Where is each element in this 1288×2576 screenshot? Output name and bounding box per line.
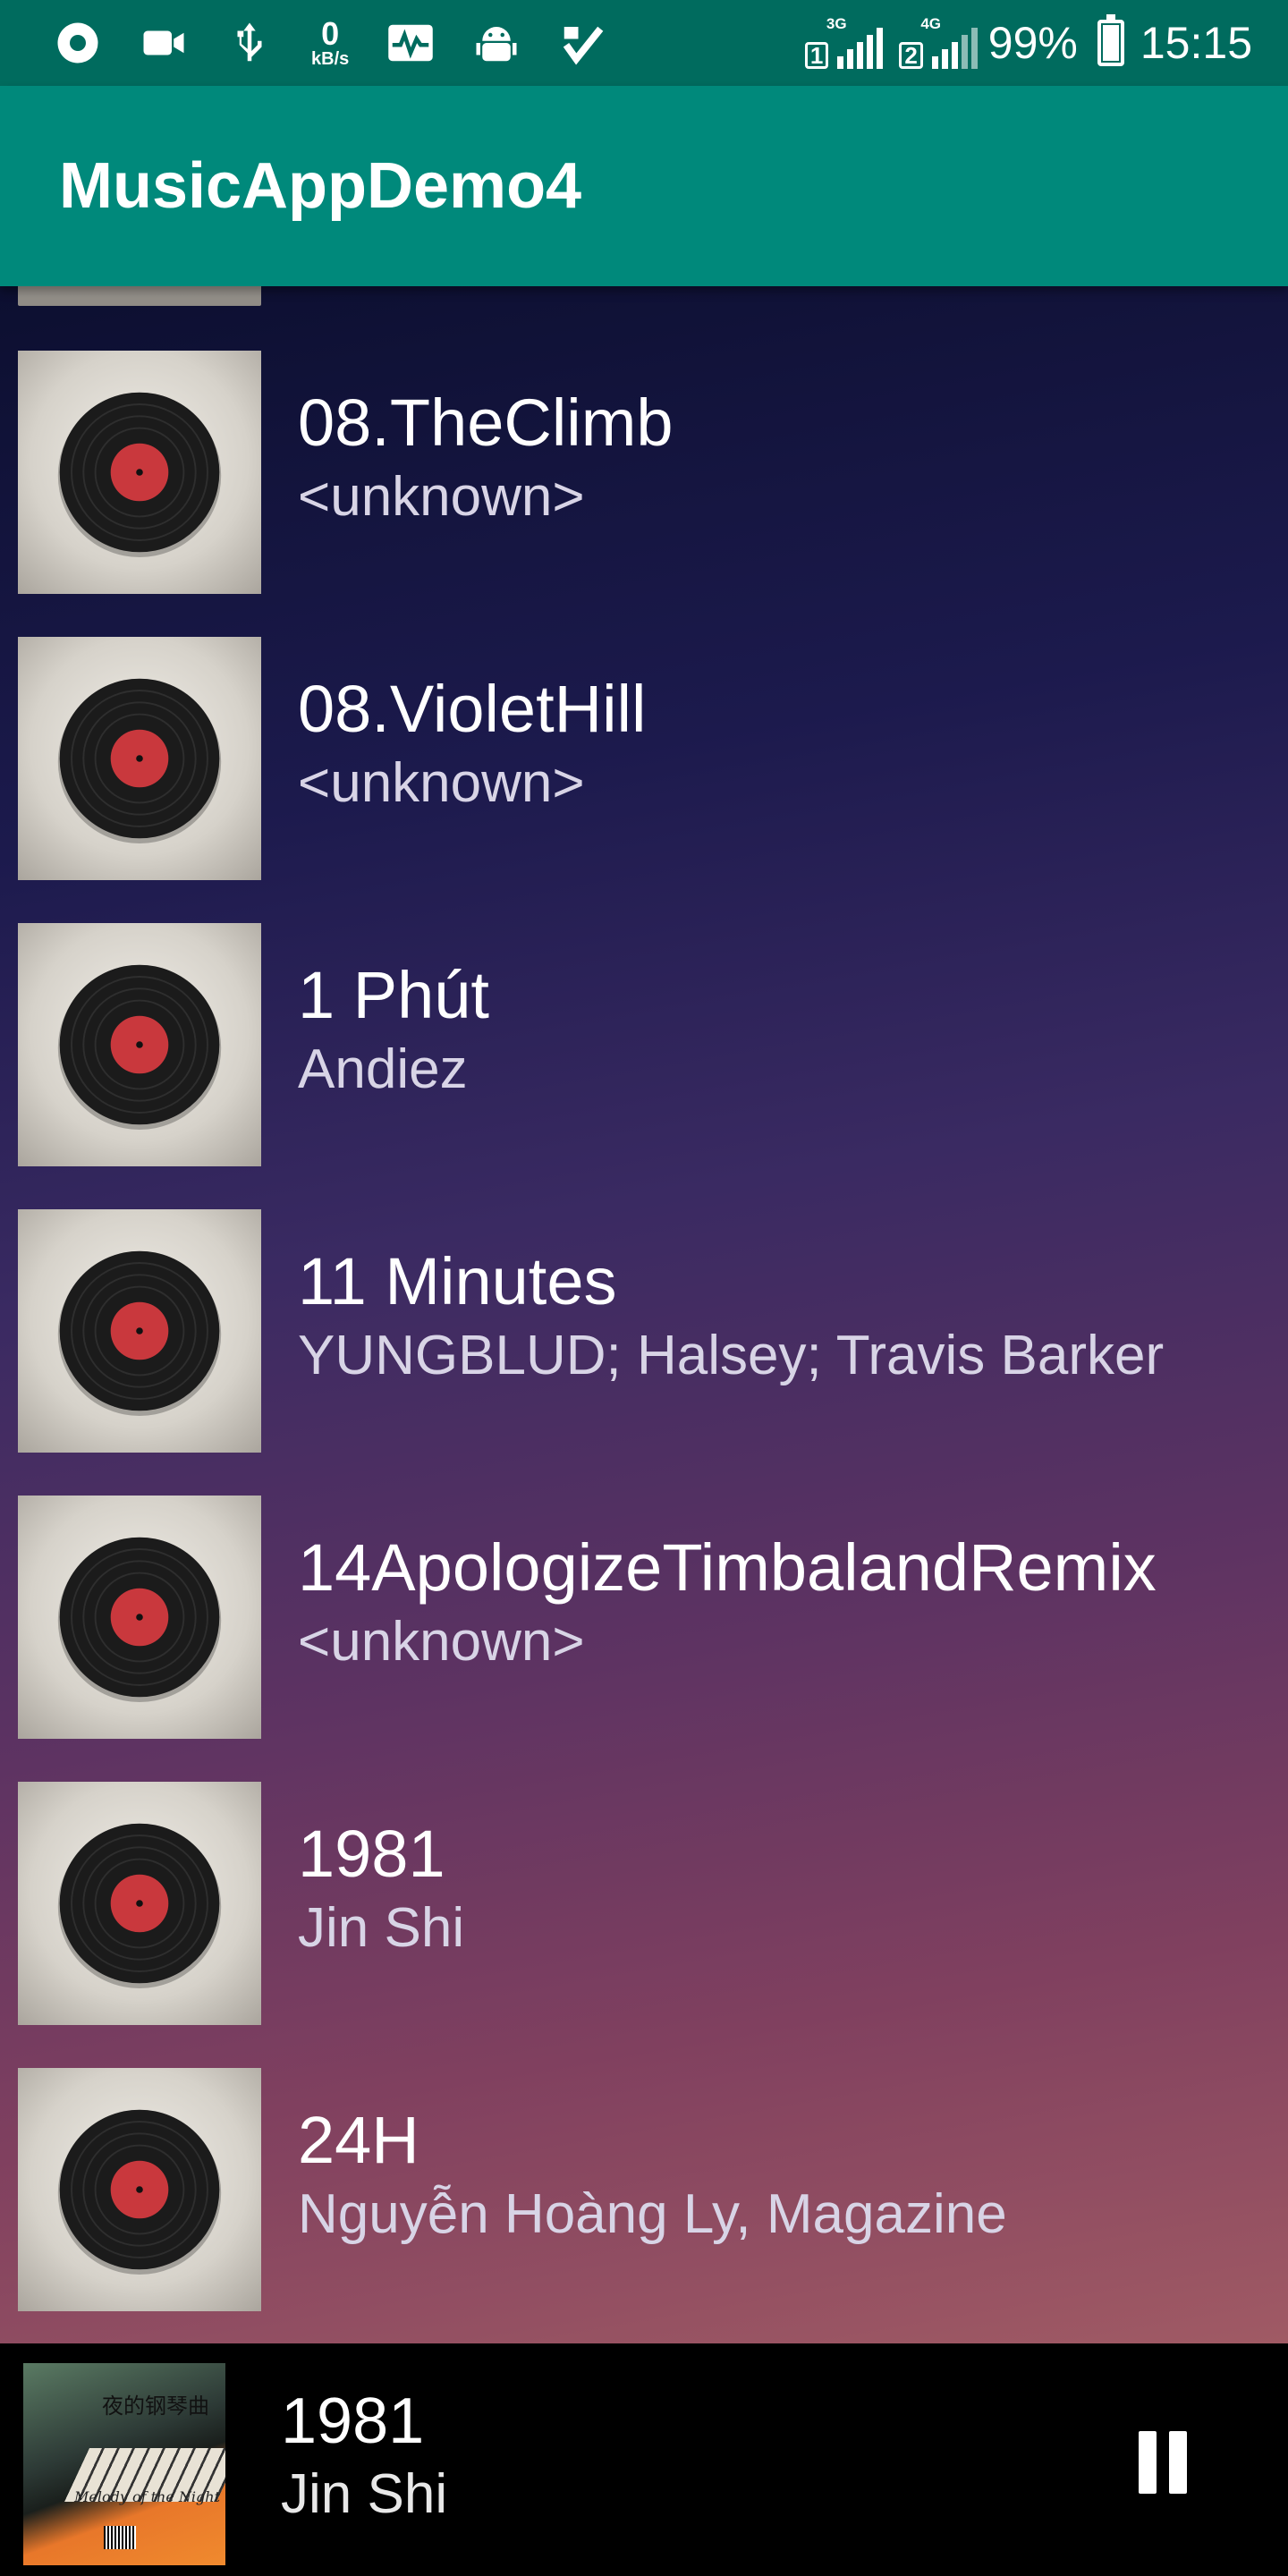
battery-charging-icon [1097, 14, 1124, 66]
app-bar: MusicAppDemo4 [0, 86, 1288, 286]
status-bar: 0 kB/s 3G 1 4G 2 99% 15:15 [0, 0, 1288, 86]
list-item[interactable]: 08.TheClimb <unknown> [0, 351, 1288, 619]
list-item[interactable]: 1 Phút Andiez [0, 923, 1288, 1191]
list-item[interactable]: 11 Minutes YUNGBLUD; Halsey; Travis Bark… [0, 1209, 1288, 1478]
vinyl-record-icon [18, 1782, 261, 2025]
song-artist: Andiez [298, 1038, 468, 1100]
song-artist: Jin Shi [298, 1897, 465, 1959]
sim2-label: 2 [899, 42, 923, 69]
clock: 15:15 [1140, 18, 1252, 68]
list-item[interactable]: 14ApologizeTimbalandRemix <unknown> [0, 1496, 1288, 1764]
album-art-english-title: Melody of the Night [74, 2488, 220, 2505]
app-title: MusicAppDemo4 [59, 150, 582, 222]
now-playing-album-art[interactable]: 夜的钢琴曲 Melody of the Night [23, 2363, 225, 2565]
now-playing-bar[interactable]: 夜的钢琴曲 Melody of the Night 1981 Jin Shi [0, 2343, 1288, 2576]
partial-album-cover [18, 286, 261, 306]
net-speed-unit: kB/s [311, 49, 350, 69]
vinyl-record-icon [18, 2068, 261, 2311]
sim1-label: 1 [804, 42, 829, 69]
song-artist: <unknown> [298, 752, 585, 814]
network-speed-icon: 0 kB/s [311, 15, 350, 69]
video-camera-icon [140, 19, 188, 67]
song-list[interactable]: 08.TheClimb <unknown> 08.VioletHill <unk… [0, 286, 1288, 2343]
list-item[interactable]: 1981 Jin Shi [0, 1782, 1288, 2050]
song-title: 24H [298, 2103, 419, 2177]
song-artist: <unknown> [298, 1611, 585, 1673]
record-icon [54, 19, 102, 67]
song-title: 1 Phút [298, 958, 489, 1032]
now-playing-artist: Jin Shi [281, 2463, 448, 2525]
battery-percent: 99% [987, 18, 1078, 68]
song-title: 08.TheClimb [298, 386, 674, 460]
now-playing-title: 1981 [281, 2385, 425, 2457]
album-art-chinese-title: 夜的钢琴曲 [102, 2394, 209, 2419]
song-title: 08.VioletHill [298, 672, 647, 746]
sim1-network-type: 3G [826, 15, 847, 32]
song-title: 11 Minutes [298, 1244, 617, 1318]
sim2-network-type: 4G [920, 15, 942, 32]
net-speed-value: 0 [321, 15, 340, 52]
list-item[interactable]: 24H Nguyễn Hoàng Ly, Magazine [0, 2068, 1288, 2336]
task-check-icon [558, 19, 606, 67]
android-debug-icon [472, 19, 521, 67]
pause-icon[interactable] [1129, 2428, 1197, 2496]
list-item[interactable]: 08.VioletHill <unknown> [0, 637, 1288, 905]
usb-icon [225, 19, 274, 67]
song-artist: YUNGBLUD; Halsey; Travis Barker [298, 1325, 1165, 1386]
vinyl-record-icon [18, 1209, 261, 1453]
song-title: 1981 [298, 1817, 445, 1891]
vinyl-record-icon [18, 923, 261, 1166]
vinyl-record-icon [18, 1496, 261, 1739]
song-artist: <unknown> [298, 466, 585, 528]
vinyl-record-icon [18, 637, 261, 880]
song-title: 14ApologizeTimbalandRemix [298, 1530, 1157, 1605]
song-artist: Nguyễn Hoàng Ly, Magazine [298, 2183, 1007, 2245]
sim2-signal-icon: 4G 2 [894, 15, 978, 69]
activity-monitor-icon [386, 19, 435, 67]
sim1-signal-icon: 3G 1 [800, 15, 884, 69]
vinyl-record-icon [18, 351, 261, 594]
